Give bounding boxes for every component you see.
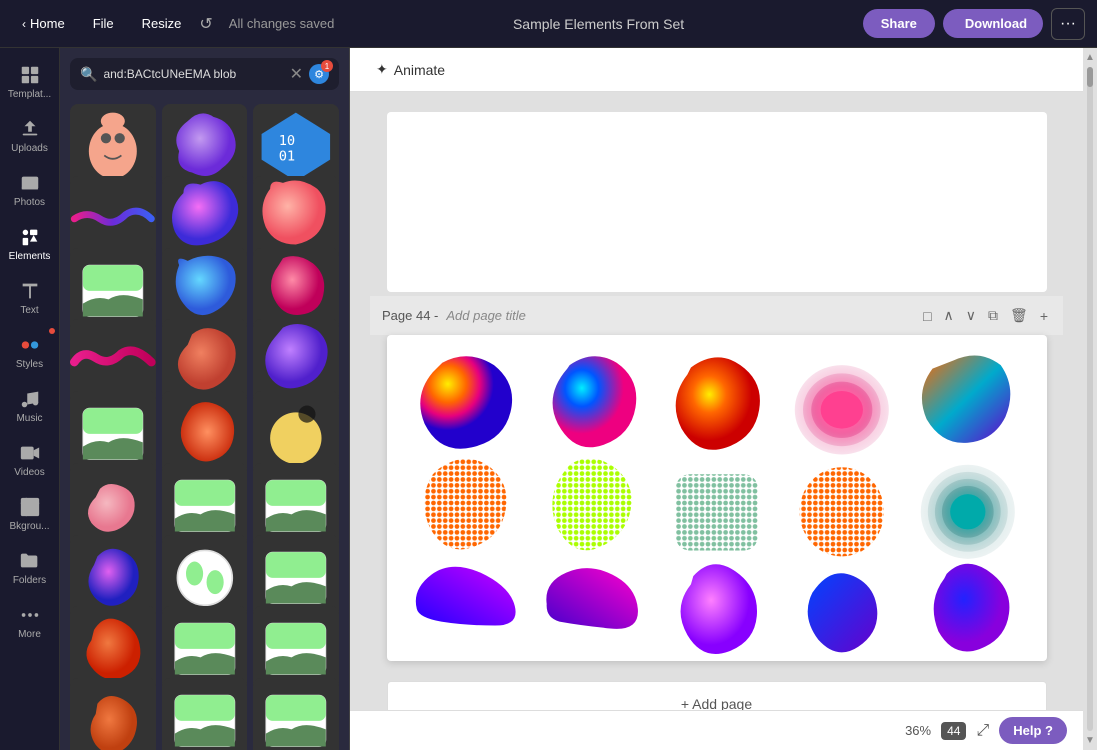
expand-icon[interactable]: ⤢ [976,722,989,740]
filter-button[interactable]: ⚙ 1 [309,64,329,84]
canvas-area: ✦ Animate Page 44 - Add page title □ ∧ ∨… [350,48,1083,750]
sidebar-item-folders[interactable]: Folders [0,542,59,594]
search-bar: 🔍 ✕ ⚙ 1 [70,58,339,90]
more-button[interactable]: ··· [1051,8,1085,40]
element-grid: 1001 [60,98,349,750]
sidebar-item-videos-label: Videos [14,467,44,478]
element-panel: 🔍 ✕ ⚙ 1 1001 [60,48,350,750]
help-button[interactable]: Help ? [999,717,1067,744]
blob-element[interactable] [783,351,901,441]
sidebar-item-more-label: More [18,629,41,640]
svg-text:10: 10 [279,133,295,149]
sidebar-item-folders-label: Folders [13,575,46,586]
sidebar-item-music-label: Music [16,413,42,424]
file-label: File [93,16,114,31]
search-icon: 🔍 [80,66,97,83]
page-copy-button[interactable]: ⧉ [985,304,1001,327]
sidebar-item-more[interactable]: More [0,596,59,648]
page-note-button[interactable]: □ [920,304,934,327]
blob-element[interactable] [783,453,901,543]
list-item[interactable] [253,678,339,750]
share-button[interactable]: Share [863,9,935,38]
page-header: Page 44 - Add page title □ ∧ ∨ ⧉ 🗑 + [370,296,1063,335]
blob-element[interactable] [532,453,650,543]
clear-search-icon[interactable]: ✕ [290,64,303,84]
sidebar-item-uploads-label: Uploads [11,143,48,154]
sidebar-item-elements[interactable]: Elements [0,218,59,270]
home-button[interactable]: ‹ Home [12,10,75,37]
empty-page [387,112,1047,292]
svg-text:01: 01 [279,149,295,165]
scroll-bar[interactable]: ▲ ▼ [1083,48,1097,750]
blob-element[interactable] [407,555,525,645]
blob-element[interactable] [909,351,1027,441]
animate-icon: ✦ [376,61,388,78]
blob-element[interactable] [407,351,525,441]
scroll-up-button[interactable]: ▲ [1085,52,1095,63]
page-controls: □ ∧ ∨ ⧉ 🗑 + [920,304,1051,327]
scroll-thumb[interactable] [1087,67,1093,87]
status-text: All changes saved [229,16,335,31]
blob-element[interactable] [658,555,776,645]
page-down-button[interactable]: ∨ [963,304,979,327]
sidebar-item-background[interactable]: Bkgrou... [0,488,59,540]
page-up-button[interactable]: ∧ [941,304,957,327]
scroll-track[interactable] [1087,67,1093,731]
blob-element[interactable] [909,555,1027,645]
sidebar: Templat... Uploads Photos Elements Text … [0,48,60,750]
blob-element[interactable] [658,453,776,543]
sidebar-item-styles-label: Styles [16,359,43,370]
sidebar-item-templates-label: Templat... [8,89,51,100]
page-title-area: Page 44 - Add page title [382,308,526,323]
page-label: Page 44 - [382,308,438,323]
undo-button[interactable]: ↺ [199,14,212,34]
blob-element[interactable] [532,351,650,441]
blob-element[interactable] [658,351,776,441]
blob-element[interactable] [532,555,650,645]
sidebar-item-background-label: Bkgrou... [9,521,49,532]
animate-bar: ✦ Animate [350,48,1083,92]
page-title-placeholder[interactable]: Add page title [446,308,526,323]
resize-label: Resize [142,16,182,31]
filter-badge: 1 [321,60,333,72]
sidebar-item-templates[interactable]: Templat... [0,56,59,108]
resize-button[interactable]: Resize [132,10,192,37]
sidebar-item-photos-label: Photos [14,197,45,208]
sidebar-item-text-label: Text [20,305,38,316]
styles-dot [49,328,55,334]
scroll-down-button[interactable]: ▼ [1085,735,1095,746]
sidebar-item-music[interactable]: Music [0,380,59,432]
blob-element[interactable] [909,453,1027,543]
sidebar-item-text[interactable]: Text [0,272,59,324]
page-add-button[interactable]: + [1037,304,1051,327]
sidebar-item-styles[interactable]: Styles [0,326,59,378]
animate-button[interactable]: ✦ Animate [366,55,455,84]
blob-element[interactable] [783,555,901,645]
add-page-button[interactable]: + Add page [387,681,1047,710]
home-label: Home [30,16,65,31]
blob-element[interactable] [407,453,525,543]
doc-title: Sample Elements From Set [342,16,854,32]
zoom-level: 36% [905,723,931,738]
sidebar-item-elements-label: Elements [9,251,51,262]
canvas-footer: 36% 44 ⤢ Help ? [350,710,1083,750]
sidebar-item-uploads[interactable]: Uploads [0,110,59,162]
page-delete-button[interactable]: 🗑 [1007,304,1031,327]
page-canvas [387,335,1047,661]
file-button[interactable]: File [83,10,124,37]
list-item[interactable] [70,678,156,750]
topbar: ‹ Home File Resize ↺ All changes saved S… [0,0,1097,48]
list-item[interactable] [162,678,248,750]
page-number-badge: 44 [941,722,966,740]
search-input[interactable] [103,67,283,81]
animate-label: Animate [394,62,445,78]
sidebar-item-videos[interactable]: Videos [0,434,59,486]
download-button[interactable]: Download [943,9,1043,38]
canvas-scroll[interactable]: Page 44 - Add page title □ ∧ ∨ ⧉ 🗑 + [350,92,1083,710]
sidebar-item-photos[interactable]: Photos [0,164,59,216]
main-layout: Templat... Uploads Photos Elements Text … [0,48,1097,750]
